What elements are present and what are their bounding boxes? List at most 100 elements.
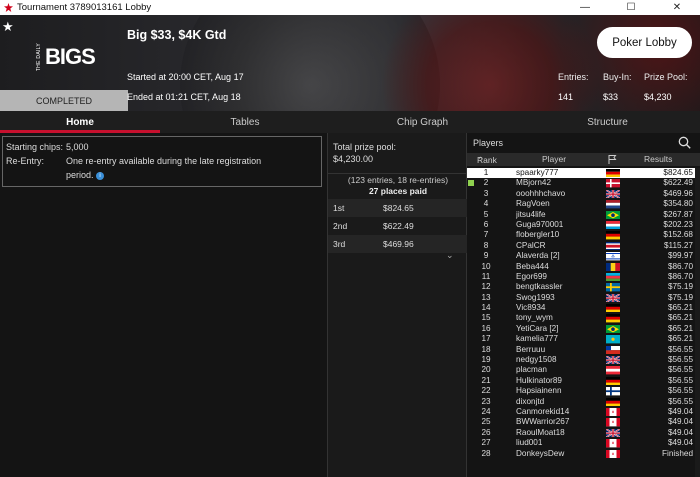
entries-value: 141 [558, 92, 574, 102]
reentry-text-cont: period. i [66, 170, 105, 180]
player-row[interactable]: 17 kamelia777 $65.21 [467, 334, 700, 344]
player-row[interactable]: 6 Guga970001 $202.23 [467, 220, 700, 230]
player-result: $56.55 [667, 386, 693, 396]
player-rank: 21 [481, 375, 491, 385]
player-row[interactable]: 5 jitsu4life $267.87 [467, 210, 700, 220]
player-row[interactable]: 9 Alaverda [2] $99.97 [467, 251, 700, 261]
player-row[interactable]: 4 RagVoen $354.80 [467, 199, 700, 209]
player-row[interactable]: 14 Vic8934 $65.21 [467, 303, 700, 313]
player-row[interactable]: 11 Egor699 $86.70 [467, 272, 700, 282]
player-row[interactable]: 16 YetiCara [2] $65.21 [467, 324, 700, 334]
player-name: Hapsiainenn [516, 386, 562, 396]
player-row[interactable]: 24 Canmorekid14 $49.04 [467, 407, 700, 417]
player-row[interactable]: 1 spaarky777 $824.65 [467, 168, 700, 179]
player-rank: 19 [481, 355, 491, 365]
player-row[interactable]: 13 Swog1993 $75.19 [467, 293, 700, 303]
player-name: liud001 [516, 438, 543, 448]
minimize-button[interactable]: — [562, 0, 608, 15]
player-row[interactable]: 20 placman $56.55 [467, 365, 700, 375]
player-result: $115.27 [664, 240, 693, 250]
player-rank: 17 [481, 334, 491, 344]
player-rank: 14 [481, 303, 491, 313]
col-results[interactable]: Results [644, 154, 672, 164]
country-flag-icon [606, 304, 620, 313]
player-result: $56.55 [667, 344, 693, 354]
tournament-info-box: Starting chips: 5,000 Re-Entry: One re-e… [2, 136, 322, 187]
player-row[interactable]: 25 BWWarrior267 $49.04 [467, 417, 700, 427]
player-row[interactable]: 23 dixonjtd $56.55 [467, 397, 700, 407]
country-flag-icon [606, 314, 620, 323]
player-name: Alaverda [2] [516, 251, 560, 261]
country-flag-icon [606, 376, 620, 386]
players-panel: Players Rank ⌃ Player Results 1 spaarky77… [467, 133, 700, 477]
chevron-down-icon[interactable]: ⌄ [446, 250, 454, 261]
pokerstars-logo-icon [4, 3, 13, 12]
search-icon[interactable] [678, 136, 691, 149]
player-row[interactable]: 10 Beba444 $86.70 [467, 262, 700, 272]
player-row[interactable]: 22 Hapsiainenn $56.55 [467, 386, 700, 396]
player-row[interactable]: 2 MBjorn42 $622.49 [467, 178, 700, 188]
entries-summary: (123 entries, 18 re-entries) [347, 175, 449, 185]
players-scrollbar[interactable] [695, 168, 700, 477]
player-rank: 15 [481, 313, 491, 323]
player-rank: 13 [481, 292, 491, 302]
player-name: YetiCara [2] [516, 323, 559, 333]
window-title: Tournament 3789013161 Lobby [17, 2, 152, 13]
sort-up-icon: ⌃ [477, 155, 485, 165]
info-icon[interactable]: i [96, 171, 105, 180]
tab-chip-graph[interactable]: Chip Graph [330, 111, 515, 133]
player-rank: 11 [481, 271, 491, 281]
poker-lobby-button[interactable]: Poker Lobby [597, 27, 692, 58]
country-flag-icon [606, 345, 620, 355]
player-row[interactable]: 15 tony_wym $65.21 [467, 313, 700, 323]
player-row[interactable]: 21 Hulkinator89 $56.55 [467, 376, 700, 386]
country-flag-icon [606, 439, 620, 448]
col-player[interactable]: Player [542, 154, 566, 164]
tab-tables[interactable]: Tables [160, 111, 330, 133]
flag-column-icon[interactable] [607, 154, 617, 166]
player-row[interactable]: 3 ooohhhchavo $469.96 [467, 189, 700, 199]
country-flag-icon [606, 407, 620, 417]
tournament-banner: ★ THE DAILY BIGS COMPLETED Big $33, $4K … [0, 15, 700, 111]
player-row[interactable]: 8 CPalCR $115.27 [467, 241, 700, 251]
player-row[interactable]: 28 DonkeysDew Finished [467, 449, 700, 459]
player-row[interactable]: 7 flobergler10 $152.68 [467, 230, 700, 240]
reentry-label: Re-Entry: [6, 156, 45, 166]
player-result: $65.21 [667, 313, 693, 323]
player-row[interactable]: 27 liud001 $49.04 [467, 438, 700, 448]
country-flag-icon [606, 418, 620, 427]
close-button[interactable]: ✕ [654, 0, 700, 15]
country-flag-icon [606, 200, 620, 209]
prize-row: 1st $824.65 [328, 199, 467, 217]
player-row[interactable]: 12 bengtkassler $75.19 [467, 282, 700, 292]
player-name: Egor699 [516, 271, 547, 281]
player-name: nedgy1508 [516, 355, 557, 365]
country-flag-icon [606, 169, 620, 178]
prizepool-value: $4,230 [644, 92, 672, 102]
player-row[interactable]: 26 RaoulMoat18 $49.04 [467, 428, 700, 438]
country-flag-icon [606, 241, 620, 251]
player-rank: 27 [481, 438, 491, 448]
player-result: $49.04 [667, 417, 693, 427]
player-rank: 3 [483, 188, 489, 198]
player-row[interactable]: 19 nedgy1508 $56.55 [467, 355, 700, 366]
player-name: dixonjtd [516, 396, 545, 406]
tab-home[interactable]: Home [0, 111, 160, 133]
player-rank: 7 [483, 230, 489, 240]
player-rank: 20 [481, 365, 491, 375]
favorite-star-icon[interactable]: ★ [2, 19, 14, 35]
tab-structure[interactable]: Structure [515, 111, 700, 133]
player-name: jitsu4life [516, 209, 546, 219]
player-result: $202.23 [663, 219, 693, 229]
player-row[interactable]: 18 Berruuu $56.55 [467, 345, 700, 355]
maximize-button[interactable]: ☐ [608, 0, 654, 15]
player-result: $56.55 [667, 396, 693, 406]
player-rank: 5 [483, 209, 489, 219]
start-time: Started at 20:00 CET, Aug 17 [127, 72, 244, 82]
player-result: $56.55 [667, 355, 693, 365]
player-result: $86.70 [667, 261, 693, 271]
player-rank: 12 [481, 282, 491, 292]
window-titlebar: Tournament 3789013161 Lobby — ☐ ✕ [0, 0, 700, 15]
player-name: tony_wym [516, 313, 553, 323]
player-name: BWWarrior267 [516, 417, 570, 427]
